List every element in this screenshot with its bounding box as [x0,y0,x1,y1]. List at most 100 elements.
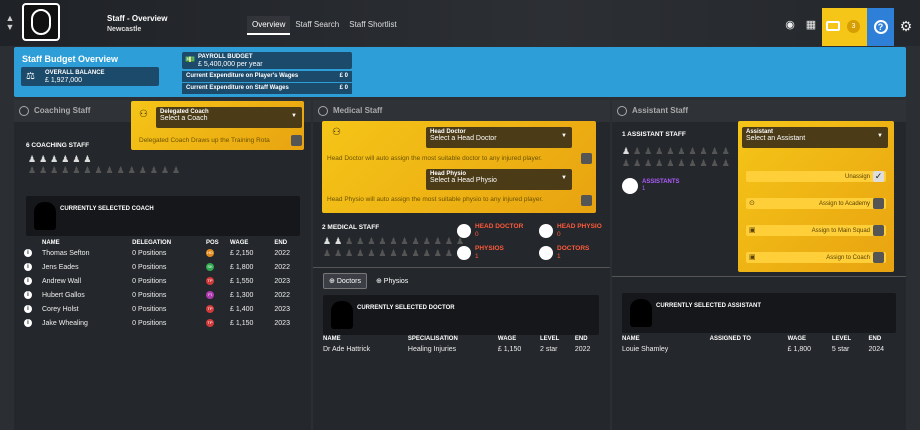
unassign-button[interactable]: Unassign ✓ [746,171,886,182]
coach-delegation: 0 Positions [132,319,167,327]
delegated-coach-select[interactable]: Delegated Coach Select a Coach ▼ [156,107,302,128]
info-icon[interactable]: i [24,319,32,327]
overall-balance-value: £ 1,927,000 [45,77,82,84]
assistants-label: ASSISTANTS [642,179,680,185]
head-doctor-select[interactable]: Head Doctor Select a Head Doctor ▼ [426,127,572,148]
head-doctor-checkbox[interactable] [581,153,592,164]
tab-doctors-label: Doctors [336,278,361,285]
nav-arrows-icon[interactable]: ▲ ▼ [4,14,16,32]
assign-main-squad-label: Assign to Main Squad [811,227,870,234]
assistant-panel: Assistant Staff 1 ASSISTANT STAFF ♟ ♟ ♟ ♟ ♟ ♟… [612,100,906,430]
head-physio-checkbox[interactable] [581,195,592,206]
table-row[interactable]: i Jens Eades 0 Positions SK £ 1,800 2022 [24,260,304,274]
medical-tabs: ⊕ Doctors ⊕ Physios [323,273,413,289]
coaching-count: 6 COACHING STAFF [26,142,90,149]
info-icon[interactable]: i [24,277,32,285]
overall-balance-box: ⚖ OVERALL BALANCE £ 1,927,000 [21,67,159,86]
head-physio-placeholder: Select a Head Physio [430,177,497,184]
coach-delegation: 0 Positions [132,263,167,271]
assistant-header: Assistant Staff [612,100,906,122]
help-button[interactable]: ? [867,8,894,46]
doctor-wage: £ 1,150 [497,345,522,353]
assign-coach-button[interactable]: ▣ Assign to Coach [746,252,886,263]
table-row[interactable]: Dr Ade Hattrick Healing Injuries £ 1,150… [323,342,603,356]
assign-main-squad-button[interactable]: ▣ Assign to Main Squad [746,225,886,236]
stat-label: HEAD DOCTOR [475,223,524,230]
unassign-label: Unassign [844,173,870,180]
table-row[interactable]: Louie Shamley £ 1,800 5 star 2024 [622,342,898,356]
coach-end: 2023 [274,319,290,327]
assign-academy-checkbox[interactable] [873,198,884,209]
table-row[interactable]: i Andrew Wall 0 Positions TP £ 1,550 202… [24,274,304,288]
stat-head-physio: HEAD PHYSIO 0 [539,222,609,242]
coach-wage: £ 1,150 [230,319,254,327]
stat-value: 1 [557,253,561,260]
delegated-coach-checkbox[interactable] [291,135,302,146]
coach-wage: £ 1,550 [230,277,254,285]
table-row[interactable]: i Hubert Gallos 0 Positions FI £ 1,300 2… [24,288,304,302]
doctor-icon [539,246,553,260]
medical-icon [318,106,328,116]
calendar-icon[interactable]: ▦ [801,14,821,34]
assign-coach-checkbox[interactable] [873,252,884,263]
head-physio-select[interactable]: Head Physio Select a Head Physio ▼ [426,169,572,190]
coach-delegation: 0 Positions [132,305,167,313]
club-name: Newcastle [107,26,142,33]
exp-players-label: Current Expenditure on Player's Wages [186,73,299,79]
staff-budget-overview: Staff Budget Overview ⚖ OVERALL BALANCE … [14,47,906,97]
coach-wage: £ 1,300 [230,291,254,299]
assistant-wage: £ 1,800 [787,345,812,353]
assistant-select[interactable]: Assistant Select an Assistant ▼ [742,127,888,148]
info-icon[interactable]: i [24,291,32,299]
inbox-button[interactable]: 3 [822,8,867,46]
medical-header: Medical Staff [313,100,610,122]
coach-end: 2023 [274,305,290,313]
tab-doctors[interactable]: ⊕ Doctors [323,273,367,289]
tab-overview[interactable]: Overview [247,16,291,35]
selected-assistant-title: CURRENTLY SELECTED ASSISTANT [656,303,762,309]
medical-panel: Medical Staff ⚇ Head Doctor Select a Hea… [313,100,610,430]
info-icon[interactable]: i [24,305,32,313]
exp-staff-row: Current Expenditure on Staff Wages £ 0 [182,83,352,94]
table-row[interactable]: i Corey Holst 0 Positions TP £ 1,400 202… [24,302,304,316]
exp-players-value: £ 0 [339,73,348,79]
payroll-label: PAYROLL BUDGET [198,54,253,60]
unassign-checkbox[interactable]: ✓ [873,171,884,182]
money-icon: 💵 [185,55,195,64]
assign-academy-button[interactable]: ⊙ Assign to Academy [746,198,886,209]
assign-main-squad-checkbox[interactable] [873,225,884,236]
physio-icon: ⊕ [375,278,382,285]
exp-staff-value: £ 0 [339,85,348,91]
assistant-level: 5 star [831,345,850,353]
gear-icon[interactable]: ⚙ [896,16,916,36]
coach-delegation: 0 Positions [132,277,167,285]
head-physio-icon [539,224,553,238]
staff-hierarchy-icon: ⚇ [139,109,148,120]
squad-icon: ▣ [749,227,756,234]
tab-staff-shortlist[interactable]: Staff Shortlist [344,16,401,35]
table-row[interactable]: i Thomas Sefton 0 Positions HD £ 2,150 2… [24,246,304,260]
pos-badge: FI [205,291,214,299]
pos-badge: HD [205,249,214,257]
info-icon[interactable]: i [24,263,32,271]
selected-assistant-card: CURRENTLY SELECTED ASSISTANT [622,293,896,333]
table-row[interactable]: i Jake Whealing 0 Positions TP £ 1,150 2… [24,316,304,330]
coach-delegation: 0 Positions [132,291,167,299]
inbox-icon [826,21,840,31]
chevron-down-icon: ▼ [561,175,567,181]
stat-doctors: DOCTORS 1 [539,244,609,264]
exp-staff-label: Current Expenditure on Staff Wages [186,85,289,91]
tab-bar: Overview Staff Search Staff Shortlist [247,16,402,35]
tab-physios[interactable]: ⊕ Physios [371,274,413,288]
coach-icon: ▣ [749,254,756,261]
chevron-down-icon: ▼ [561,133,567,139]
coach-end: 2022 [274,249,290,257]
assistant-assigned [710,342,788,356]
info-icon[interactable]: i [24,249,32,257]
globe-icon[interactable]: ◉ [780,14,800,34]
stat-value: 0 [475,231,479,238]
tab-staff-search[interactable]: Staff Search [290,16,344,35]
selected-coach-title: CURRENTLY SELECTED COACH [60,206,154,212]
coach-delegation: 0 Positions [132,249,167,257]
avatar [34,202,56,230]
